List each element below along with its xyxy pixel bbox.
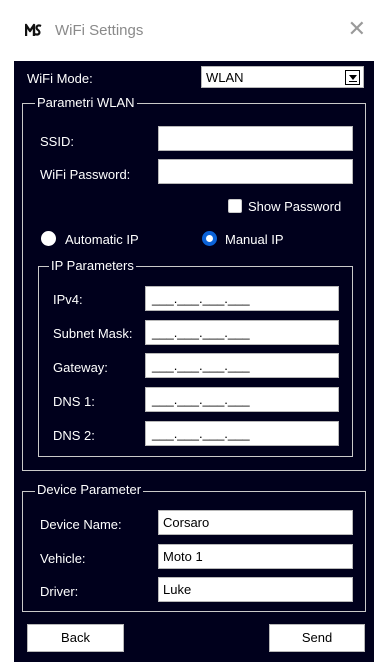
wifi-password-input[interactable] (158, 159, 353, 184)
ipv4-input[interactable]: ___.___.___.___ (145, 286, 339, 311)
vehicle-input[interactable]: Moto 1 (158, 544, 353, 569)
wlan-group-legend: Parametri WLAN (35, 95, 137, 110)
gateway-input[interactable]: ___.___.___.___ (145, 353, 339, 378)
automatic-ip-label[interactable]: Automatic IP (65, 232, 139, 247)
wifi-settings-window: WiFi Settings ✕ WiFi Mode: WLAN Parametr… (0, 0, 374, 662)
wifi-mode-value: WLAN (206, 70, 244, 85)
close-icon[interactable]: ✕ (348, 18, 366, 40)
ipv4-label: IPv4: (53, 292, 83, 307)
subnet-mask-input[interactable]: ___.___.___.___ (145, 320, 339, 345)
gateway-label: Gateway: (53, 360, 108, 375)
dns2-label: DNS 2: (53, 428, 95, 443)
settings-panel: WiFi Mode: WLAN Parametri WLAN SSID: WiF… (14, 61, 374, 662)
subnet-mask-label: Subnet Mask: (53, 326, 133, 341)
ssid-label: SSID: (40, 134, 74, 149)
driver-label: Driver: (40, 584, 79, 599)
wifi-password-label: WiFi Password: (40, 167, 131, 182)
driver-input[interactable]: Luke (158, 577, 353, 602)
ip-group-legend: IP Parameters (49, 258, 136, 273)
dns2-input[interactable]: ___.___.___.___ (145, 421, 339, 446)
window-title: WiFi Settings (55, 22, 144, 39)
send-button[interactable]: Send (269, 624, 365, 652)
wifi-mode-label: WiFi Mode: (27, 71, 93, 86)
device-group-legend: Device Parameter (35, 482, 144, 497)
manual-ip-label[interactable]: Manual IP (225, 232, 284, 247)
title-bar[interactable]: WiFi Settings ✕ (14, 0, 374, 61)
back-button[interactable]: Back (27, 624, 124, 652)
device-name-input[interactable]: Corsaro (158, 510, 353, 535)
dns1-label: DNS 1: (53, 394, 95, 409)
vehicle-label: Vehicle: (40, 551, 86, 566)
manual-ip-radio[interactable] (202, 231, 217, 246)
device-name-label: Device Name: (40, 517, 122, 532)
wifi-mode-select[interactable]: WLAN (201, 66, 364, 88)
dns1-input[interactable]: ___.___.___.___ (145, 387, 339, 412)
app-logo-icon (25, 23, 42, 36)
ssid-input[interactable] (158, 126, 353, 151)
chevron-down-icon[interactable] (345, 70, 360, 85)
show-password-label[interactable]: Show Password (248, 199, 341, 214)
automatic-ip-radio[interactable] (41, 231, 56, 246)
show-password-checkbox[interactable] (228, 199, 242, 213)
